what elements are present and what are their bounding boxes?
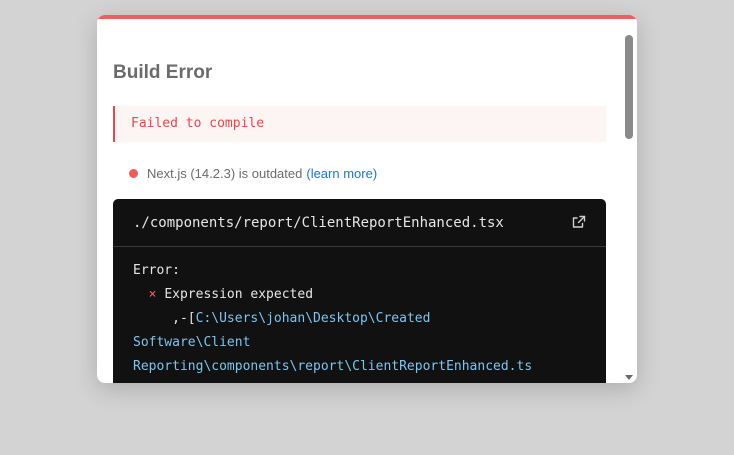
error-path-line-1: C:\Users\johan\Desktop\Created (195, 311, 431, 326)
error-path-line-2: Software\Client (133, 335, 251, 350)
build-error-dialog: Build Error Failed to compile Next.js (1… (97, 15, 637, 383)
version-status: Next.js (14.2.3) is outdated (learn more… (129, 164, 377, 182)
version-text: Next.js (14.2.3) is outdated (147, 165, 303, 181)
error-banner-text: Failed to compile (131, 116, 265, 131)
scroll-down-arrow-icon[interactable] (625, 375, 633, 380)
learn-more-link[interactable]: (learn more) (306, 166, 377, 181)
source-file-path: ./components/report/ClientReportEnhanced… (133, 215, 504, 231)
dialog-body: Build Error Failed to compile Next.js (1… (113, 19, 606, 383)
scrollbar-thumb[interactable] (625, 35, 633, 139)
error-banner: Failed to compile (113, 106, 606, 142)
error-label: Error: (133, 263, 180, 278)
dialog-title: Build Error (113, 62, 213, 83)
path-prefix: ,-[ (172, 311, 196, 326)
external-link-icon[interactable] (572, 215, 586, 229)
error-message: Expression expected (164, 287, 314, 302)
error-x-icon: × (148, 287, 157, 302)
status-dot-icon (129, 168, 138, 178)
code-frame-header: ./components/report/ClientReportEnhanced… (113, 199, 606, 247)
error-path-line-3: Reporting\components\report\ClientReport… (133, 359, 533, 374)
dialog-scrollbar[interactable] (621, 29, 637, 383)
error-code-content: Error: × Expression expected ,-[C:\Users… (133, 259, 593, 379)
code-frame: ./components/report/ClientReportEnhanced… (113, 199, 606, 383)
